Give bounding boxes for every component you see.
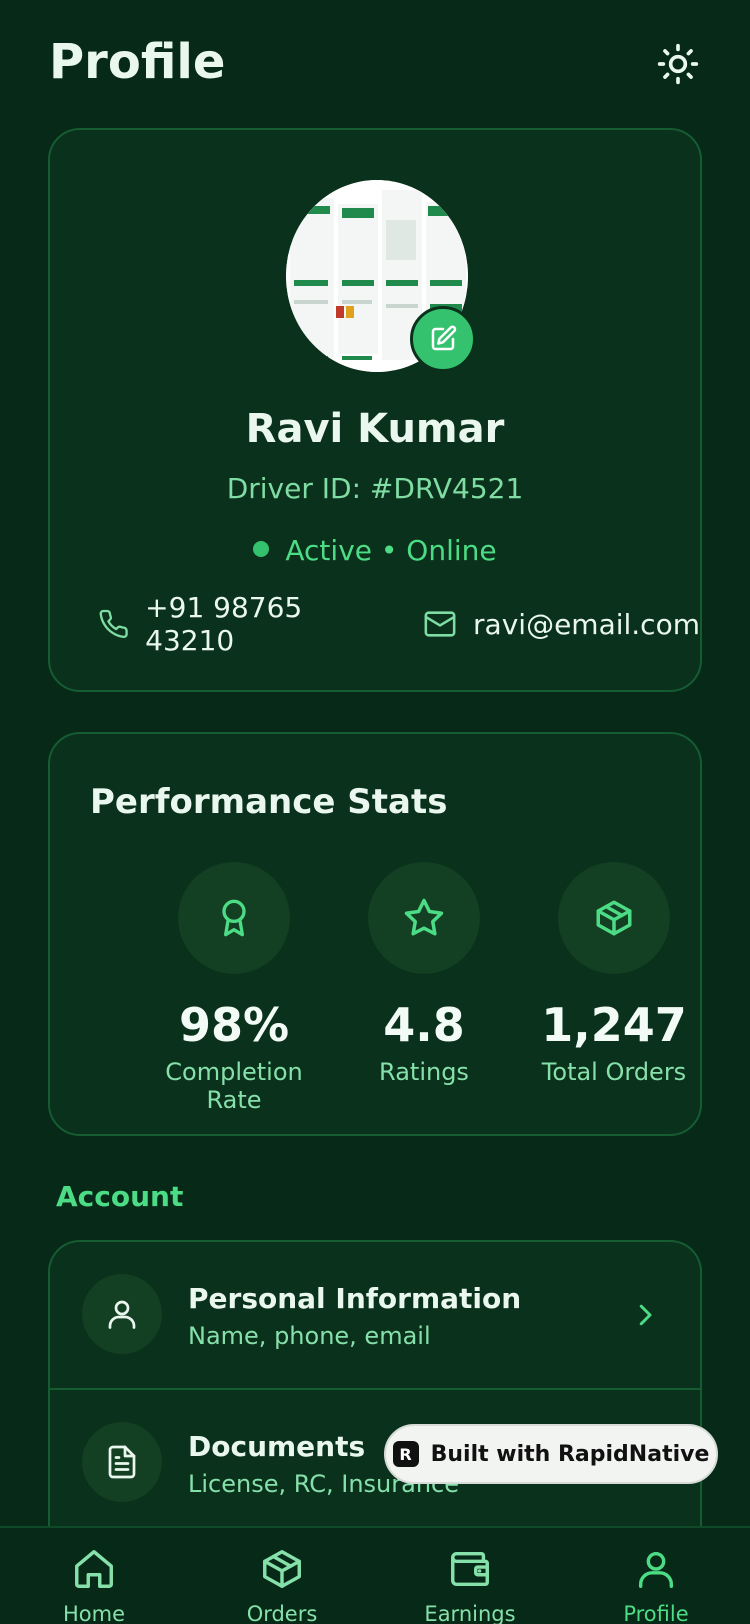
stats-title: Performance Stats <box>90 782 448 822</box>
home-icon <box>75 1550 113 1588</box>
status-indicator: Active • Online <box>50 534 700 567</box>
driver-id: Driver ID: #DRV4521 <box>226 472 524 505</box>
status-dot-icon <box>253 541 270 557</box>
package-icon <box>596 900 632 936</box>
stat-label: Completion Rate <box>165 1058 303 1114</box>
status-text: Active • Online <box>285 534 497 567</box>
tab-home[interactable]: Home <box>24 1544 164 1624</box>
email-contact[interactable]: ravi@email.com <box>423 607 700 641</box>
profile-card: Ravi Kumar Driver ID: #DRV4521 Active • … <box>48 128 702 692</box>
performance-stats-card: Performance Stats 98% Completion Rate 4.… <box>48 732 702 1136</box>
tab-label: Earnings <box>424 1602 516 1624</box>
stat-icon-circle <box>368 862 480 974</box>
stat-value: 1,247 <box>541 998 687 1052</box>
driver-name: Ravi Kumar <box>245 406 505 452</box>
stat-ratings: 4.8 Ratings <box>324 862 524 1086</box>
stat-icon-circle <box>558 862 670 974</box>
rapidnative-logo-icon: R <box>392 1441 419 1467</box>
theme-toggle-button[interactable] <box>654 40 702 88</box>
tab-label: Profile <box>623 1602 689 1624</box>
badge-label: Built with RapidNative <box>430 1441 710 1467</box>
tab-label: Orders <box>246 1602 318 1624</box>
chevron-right-icon <box>639 1304 652 1326</box>
stat-completion-rate: 98% Completion Rate <box>134 862 334 1114</box>
mail-icon <box>424 611 456 637</box>
email-address: ravi@email.com <box>473 607 700 641</box>
contact-row: +91 98765 43210 ravi@email.com <box>98 591 700 657</box>
user-icon <box>638 1551 674 1588</box>
header: Profile <box>0 0 750 120</box>
phone-icon <box>99 609 128 639</box>
star-icon <box>404 898 444 936</box>
tab-earnings[interactable]: Earnings <box>400 1544 540 1624</box>
user-icon <box>108 1300 136 1329</box>
menu-icon-circle <box>82 1422 162 1502</box>
stat-label: Total Orders <box>541 1058 687 1086</box>
bottom-tab-bar: Home Orders Earnings Profile <box>0 1526 750 1624</box>
edit-avatar-button[interactable] <box>410 306 476 372</box>
stat-total-orders: 1,247 Total Orders <box>514 862 714 1086</box>
stat-icon-circle <box>178 862 290 974</box>
page-title: Profile <box>49 34 226 90</box>
tab-orders[interactable]: Orders <box>212 1544 352 1624</box>
stat-label: Ratings <box>379 1058 469 1086</box>
stat-value: 98% <box>178 998 290 1052</box>
document-icon <box>108 1445 136 1479</box>
menu-item-subtitle: Name, phone, email <box>188 1322 431 1350</box>
phone-contact[interactable]: +91 98765 43210 <box>98 591 379 657</box>
built-with-badge[interactable]: R Built with RapidNative <box>384 1424 718 1484</box>
menu-icon-circle <box>82 1274 162 1354</box>
edit-icon <box>431 325 457 351</box>
menu-item-title: Personal Information <box>188 1282 522 1315</box>
stat-value: 4.8 <box>383 998 465 1052</box>
menu-item-personal-information[interactable]: Personal Information Name, phone, email <box>50 1242 700 1388</box>
package-icon <box>263 1550 301 1588</box>
section-heading-account: Account <box>56 1180 184 1213</box>
menu-item-title: Documents <box>188 1430 366 1463</box>
award-icon <box>222 899 246 937</box>
tab-label: Home <box>62 1602 125 1624</box>
wallet-icon <box>451 1551 489 1587</box>
sun-icon <box>657 43 699 85</box>
phone-number: +91 98765 43210 <box>145 591 303 657</box>
tab-profile[interactable]: Profile <box>586 1544 726 1624</box>
